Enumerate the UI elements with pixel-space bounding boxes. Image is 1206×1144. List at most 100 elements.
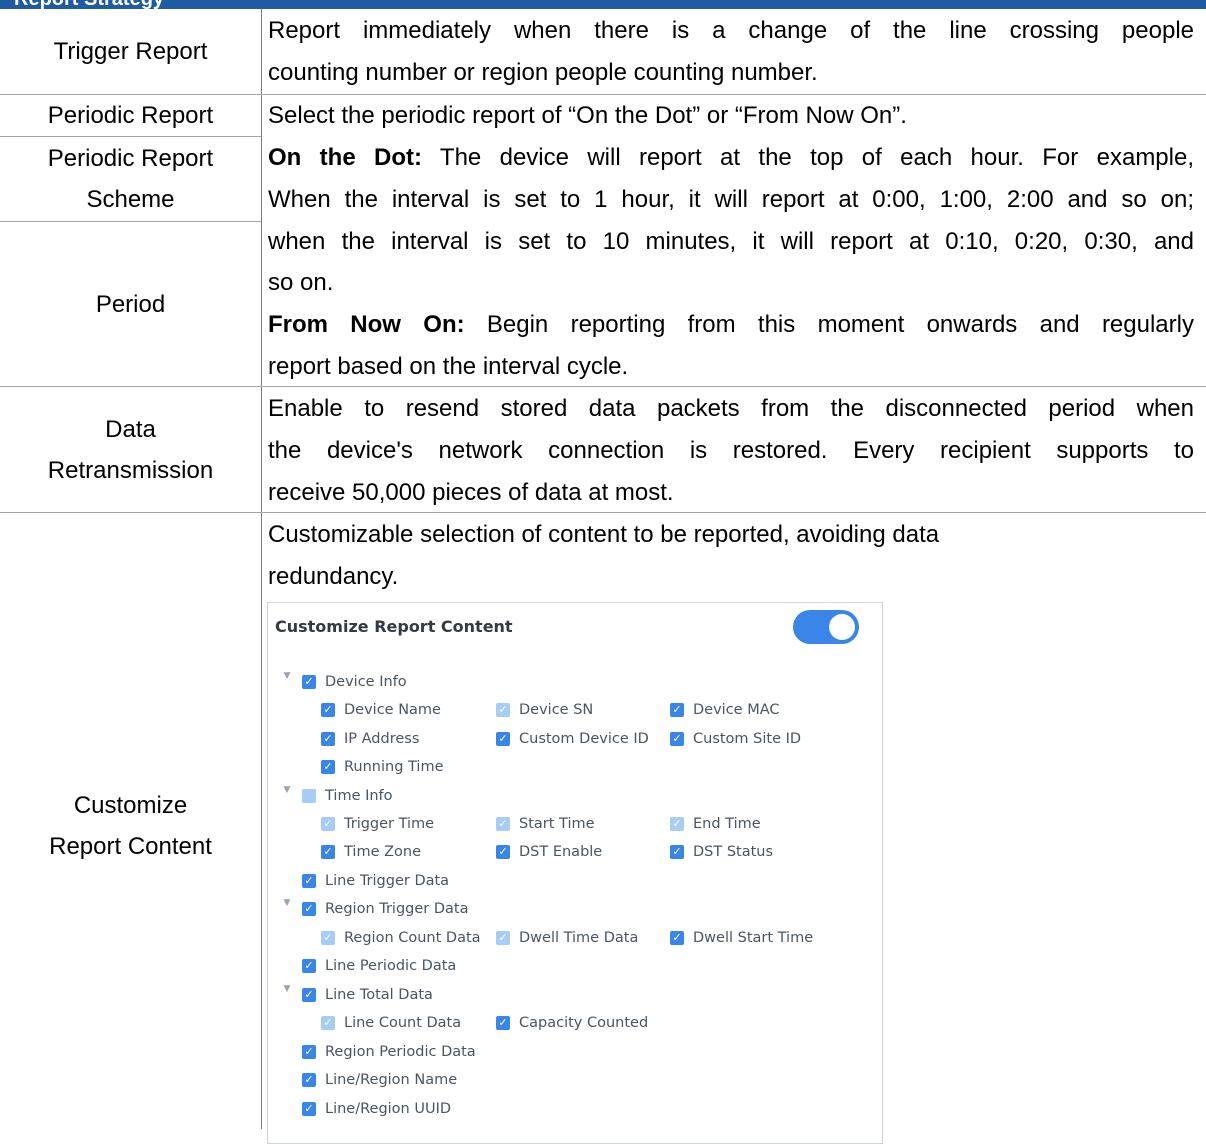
tree-node-trigger-time[interactable]: ✓ Trigger Time [321, 813, 434, 835]
checkbox-checked-icon[interactable]: ✓ [302, 959, 316, 973]
caret-down-icon[interactable]: ▼ [282, 898, 292, 908]
checkbox-checked-icon[interactable]: ✓ [670, 931, 684, 945]
customize-report-toggle[interactable] [793, 610, 859, 644]
tree-node-line-trigger-data[interactable]: ✓ Line Trigger Data [302, 870, 449, 892]
tree-node-custom-site-id[interactable]: ✓ Custom Site ID [670, 728, 801, 750]
checkbox-checked-disabled-icon[interactable]: ✓ [670, 817, 684, 831]
tree-node-running-time[interactable]: ✓ Running Time [321, 756, 444, 778]
tree-node-time-zone[interactable]: ✓ Time Zone [321, 841, 421, 863]
tree-label: Dwell Start Time [693, 930, 814, 946]
tree-node-line-count-data[interactable]: ✓ Line Count Data [321, 1012, 461, 1034]
tree-node-dst-enable[interactable]: ✓ DST Enable [496, 841, 602, 863]
checkbox-checked-icon[interactable]: ✓ [670, 732, 684, 746]
customize-report-panel: Customize Report Content ▼ ✓ Device Info… [267, 602, 883, 1144]
checkbox-checked-icon[interactable]: ✓ [302, 675, 316, 689]
tree-node-line-periodic-data[interactable]: ✓ Line Periodic Data [302, 955, 456, 977]
checkbox-checked-icon[interactable]: ✓ [302, 874, 316, 888]
tree-label: Device SN [519, 702, 594, 718]
checkbox-checked-icon[interactable]: ✓ [496, 1016, 510, 1030]
tree-label: Line Periodic Data [325, 958, 457, 974]
tree-node-region-trigger-data[interactable]: ▼ ✓ Region Trigger Data [282, 898, 469, 920]
checkbox-checked-disabled-icon[interactable]: ✓ [496, 931, 510, 945]
checkbox-checked-icon[interactable]: ✓ [302, 902, 316, 916]
tree-node-device-info[interactable]: ▼ ✓ Device Info [282, 671, 407, 693]
checkbox-partial-icon[interactable] [302, 789, 316, 803]
desc-text: The device will report at the top of eac… [422, 144, 1195, 171]
tree-node-time-info[interactable]: ▼ Time Info [282, 785, 393, 807]
desc-line: When the interval is set to 1 hour, it w… [268, 185, 1194, 213]
checkbox-checked-disabled-icon[interactable]: ✓ [321, 817, 335, 831]
toggle-knob [829, 614, 855, 640]
label-text: Periodic Report [47, 102, 214, 129]
tree-label: Line Total Data [325, 987, 433, 1003]
tree-label: Running Time [344, 759, 444, 775]
tree-label: Line/Region Name [325, 1072, 458, 1088]
label-text: Customize [73, 792, 188, 819]
tree-node-line-total-data[interactable]: ▼ ✓ Line Total Data [282, 984, 433, 1006]
checkbox-checked-icon[interactable]: ✓ [496, 845, 510, 859]
checkbox-checked-disabled-icon[interactable]: ✓ [496, 703, 510, 717]
tree-node-dwell-start-time[interactable]: ✓ Dwell Start Time [670, 927, 813, 949]
label-text: Periodic Report [47, 145, 214, 172]
tree-node-region-count-data[interactable]: ✓ Region Count Data [321, 927, 481, 949]
checkbox-checked-disabled-icon[interactable]: ✓ [321, 1016, 335, 1030]
tree-node-region-periodic-data[interactable]: ✓ Region Periodic Data [302, 1041, 476, 1063]
checkbox-checked-icon[interactable]: ✓ [321, 760, 335, 774]
term-on-the-dot: On the Dot: [268, 144, 422, 171]
tree-label: Start Time [519, 816, 595, 832]
tree-label: Time Zone [344, 844, 422, 860]
tree-node-dwell-time-data[interactable]: ✓ Dwell Time Data [496, 927, 638, 949]
desc-line: Enable to resend stored data packets fro… [268, 395, 1194, 422]
row-desc-periodic-scheme: On the Dot: The device will report at th… [268, 137, 1194, 388]
caret-down-icon[interactable]: ▼ [282, 671, 292, 681]
column-divider [261, 9, 262, 1129]
tree-label: Line Count Data [344, 1015, 462, 1031]
tree-node-custom-device-id[interactable]: ✓ Custom Device ID [496, 728, 649, 750]
table-header-bar: Report Strategy [0, 0, 1206, 9]
desc-line: the device's network connection is resto… [268, 436, 1194, 464]
checkbox-checked-icon[interactable]: ✓ [302, 988, 316, 1002]
caret-down-icon[interactable]: ▼ [282, 785, 292, 795]
checkbox-checked-icon[interactable]: ✓ [302, 1045, 316, 1059]
checkbox-checked-icon[interactable]: ✓ [321, 732, 335, 746]
checkbox-checked-icon[interactable]: ✓ [496, 732, 510, 746]
tree-label: IP Address [344, 731, 420, 747]
checkbox-checked-icon[interactable]: ✓ [321, 845, 335, 859]
tree-node-device-name[interactable]: ✓ Device Name [321, 699, 441, 721]
term-from-now-on: From Now On: [268, 311, 465, 339]
row-desc-customize-report: Customizable selection of content to be … [268, 514, 1194, 598]
tree-node-start-time[interactable]: ✓ Start Time [496, 813, 595, 835]
desc-line: On the Dot: The device will report at th… [268, 137, 1194, 179]
checkbox-checked-icon[interactable]: ✓ [302, 1102, 316, 1116]
checkbox-checked-icon[interactable]: ✓ [670, 703, 684, 717]
tree-label: Custom Device ID [519, 731, 649, 747]
row-label-periodic-report: Periodic Report [0, 95, 261, 136]
label-text: Report Content [49, 833, 212, 860]
tree-node-line-region-uuid[interactable]: ✓ Line/Region UUID [302, 1098, 451, 1120]
tree-label: Capacity Counted [519, 1015, 649, 1031]
row-label-period: Period [0, 222, 261, 386]
tree-node-end-time[interactable]: ✓ End Time [670, 813, 761, 835]
tree-label: Region Count Data [344, 930, 481, 946]
tree-node-capacity-counted[interactable]: ✓ Capacity Counted [496, 1012, 648, 1034]
checkbox-checked-disabled-icon[interactable]: ✓ [321, 931, 335, 945]
desc-line: so on. [268, 269, 334, 297]
checkbox-checked-icon[interactable]: ✓ [302, 1073, 316, 1087]
checkbox-checked-icon[interactable]: ✓ [321, 703, 335, 717]
tree-node-line-region-name[interactable]: ✓ Line/Region Name [302, 1069, 457, 1091]
checkbox-checked-disabled-icon[interactable]: ✓ [496, 817, 510, 831]
tree-label: Device MAC [693, 702, 780, 718]
checkbox-checked-icon[interactable]: ✓ [670, 845, 684, 859]
tree-node-dst-status[interactable]: ✓ DST Status [670, 841, 773, 863]
table-header-title: Report Strategy [14, 0, 164, 9]
tree-node-ip-address[interactable]: ✓ IP Address [321, 728, 419, 750]
tree-node-device-mac[interactable]: ✓ Device MAC [670, 699, 780, 721]
label-text: Scheme [86, 186, 175, 213]
tree-label: Dwell Time Data [519, 930, 639, 946]
caret-down-icon[interactable]: ▼ [282, 984, 292, 994]
label-text: Period [95, 290, 166, 318]
tree-node-device-sn[interactable]: ✓ Device SN [496, 699, 593, 721]
row-label-trigger-report: Trigger Report [0, 9, 261, 94]
row-label-data-retransmission: Data Retransmission [0, 388, 261, 512]
tree-label: Device Name [344, 702, 441, 718]
